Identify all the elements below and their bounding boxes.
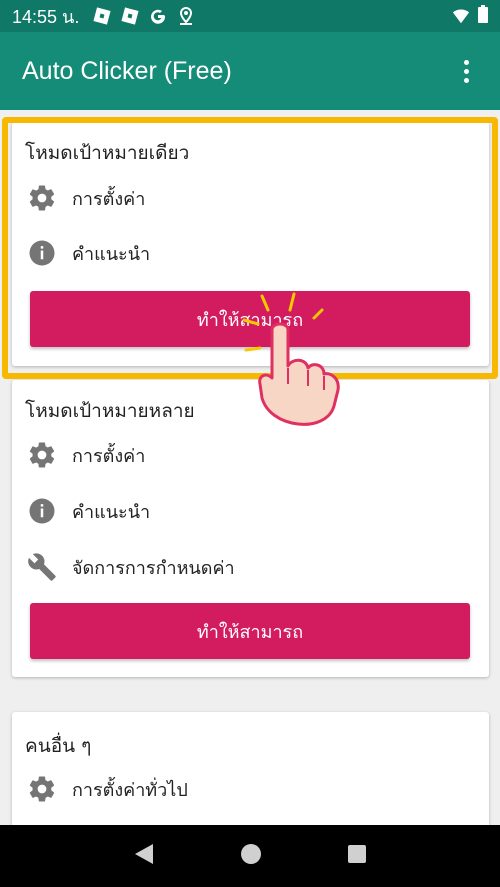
- battery-icon: [478, 5, 488, 27]
- roblox-icon: [121, 7, 139, 25]
- google-icon: [149, 7, 167, 25]
- more-vert-icon[interactable]: [454, 51, 478, 91]
- info-icon: [26, 495, 58, 527]
- app-bar: Auto Clicker (Free): [0, 32, 500, 110]
- single-target-title: โหมดเป้าหมายเดียว: [25, 142, 190, 164]
- info-icon: [26, 237, 58, 269]
- recents-icon[interactable]: [347, 844, 367, 868]
- general-settings[interactable]: การตั้งค่าทั่วไป: [26, 771, 188, 807]
- app-title: Auto Clicker (Free): [22, 56, 232, 85]
- general-settings-label: การตั้งค่าทั่วไป: [72, 779, 188, 801]
- tap-hand-icon: [242, 292, 340, 426]
- guide-label: คำแนะนำ: [72, 243, 151, 265]
- multi-target-guide[interactable]: คำแนะนำ: [26, 493, 150, 529]
- location-icon: [177, 7, 195, 25]
- wifi-icon: [452, 7, 470, 25]
- multi-target-title: โหมดเป้าหมายหลาย: [25, 400, 195, 422]
- manage-config-label: จัดการการกำหนดค่า: [72, 557, 235, 579]
- status-bar: 14:55 น.: [0, 0, 500, 32]
- status-time: 14:55 น.: [12, 6, 80, 27]
- multi-target-manage-config[interactable]: จัดการการกำหนดค่า: [26, 549, 235, 585]
- gear-icon: [26, 439, 58, 471]
- home-icon[interactable]: [240, 843, 262, 869]
- settings-label: การตั้งค่า: [72, 445, 146, 467]
- single-target-settings[interactable]: การตั้งค่า: [26, 180, 145, 216]
- navigation-bar: [0, 825, 500, 887]
- gear-icon: [26, 773, 58, 805]
- roblox-icon: [93, 7, 111, 25]
- single-target-guide[interactable]: คำแนะนำ: [26, 235, 150, 271]
- guide-label: คำแนะนำ: [72, 501, 151, 523]
- wrench-icon: [26, 551, 58, 583]
- multi-target-settings[interactable]: การตั้งค่า: [26, 437, 145, 473]
- back-icon[interactable]: [133, 842, 155, 870]
- settings-label: การตั้งค่า: [72, 188, 146, 210]
- others-title: คนอื่น ๆ: [25, 735, 92, 757]
- gear-icon: [26, 182, 58, 214]
- screen: 14:55 น. Auto Clicker (Free) โหมดเป้าหมา…: [0, 0, 500, 887]
- multi-target-enable-button[interactable]: ทำให้สามารถ: [30, 603, 470, 659]
